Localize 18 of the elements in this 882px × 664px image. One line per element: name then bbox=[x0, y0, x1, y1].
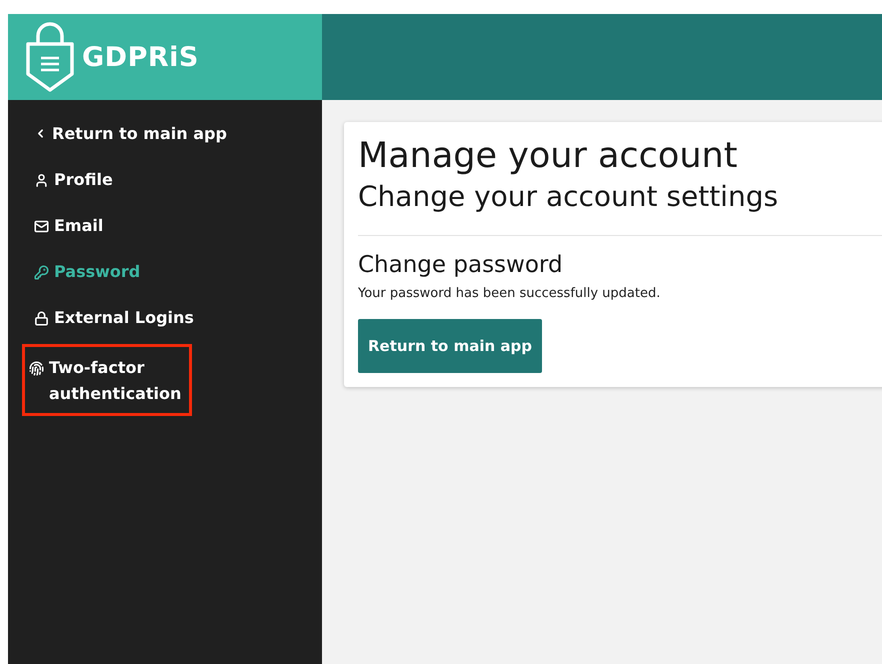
fingerprint-icon bbox=[29, 361, 44, 376]
brand-name: GDPRiS bbox=[82, 42, 199, 72]
sidebar-link[interactable]: Return to main app bbox=[34, 114, 294, 154]
section-title: Change password bbox=[358, 252, 564, 278]
sidebar-link[interactable]: Profile bbox=[34, 160, 294, 200]
lock-icon bbox=[34, 311, 49, 326]
key-icon bbox=[34, 265, 49, 280]
return-button[interactable]: Return to main app bbox=[358, 319, 542, 373]
sidebar-link[interactable]: External Logins bbox=[34, 298, 294, 338]
status-message: Your password has been successfully updated. bbox=[358, 286, 662, 301]
sidebar-link[interactable]: Password bbox=[34, 252, 294, 292]
sidebar-link[interactable]: Two-factor authentication bbox=[22, 344, 192, 416]
shield-logo-icon bbox=[24, 22, 76, 92]
user-icon bbox=[34, 173, 49, 188]
sidebar-link[interactable]: Email bbox=[34, 206, 294, 246]
mail-icon bbox=[34, 219, 49, 234]
page-title: Manage your account bbox=[358, 136, 738, 176]
page-subtitle: Change your account settings bbox=[358, 180, 780, 213]
